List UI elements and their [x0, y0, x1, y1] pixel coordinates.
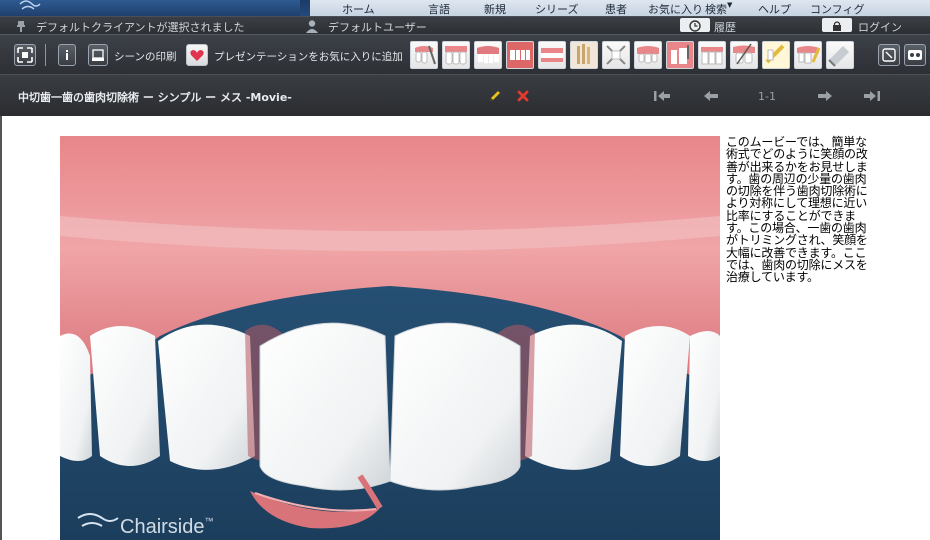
page-indicator: 1-1 — [758, 90, 776, 103]
scene-thumbnail[interactable] — [570, 41, 598, 69]
scene-thumbnail[interactable] — [634, 41, 662, 69]
info-icon — [66, 50, 68, 60]
scene-thumbnail[interactable] — [538, 41, 566, 69]
scene-thumbnail[interactable] — [826, 41, 854, 69]
status-bar: デフォルトクライアントが選択されました デフォルトユーザー 履歴 ログイン — [0, 16, 930, 35]
chairside-logo-icon — [19, 0, 41, 10]
scene-thumbnail[interactable] — [794, 41, 822, 69]
menu-new[interactable]: 新規 — [484, 1, 506, 17]
last-page-icon[interactable] — [862, 89, 882, 103]
toolbar: シーンの印刷 プレゼンテーションをお気に入りに追加 — [0, 34, 930, 75]
client-pin-icon — [17, 21, 25, 32]
top-bar: ホーム 言語 新規 シリーズ 患者 お気に入り 検索▼ ヘルプ コンフィグ — [0, 0, 930, 16]
login-button[interactable]: ログイン — [822, 18, 902, 34]
selected-client-text: デフォルトクライアントが選択されました — [36, 21, 245, 34]
scene-thumbnail[interactable] — [762, 41, 790, 69]
logo-area — [0, 0, 300, 16]
expand-button[interactable] — [878, 44, 900, 66]
menu-favorites[interactable]: お気に入り — [648, 1, 703, 17]
current-user-text: デフォルトユーザー — [328, 21, 427, 34]
content-area: Chairside™ このムービーでは、簡単な術式でどのように笑顔の改善が出来る… — [0, 116, 930, 540]
expand-icon — [882, 48, 896, 62]
clock-icon — [680, 18, 710, 32]
first-page-icon[interactable] — [652, 89, 672, 103]
add-favorite-button[interactable]: プレゼンテーションをお気に入りに追加 — [186, 44, 403, 66]
fit-screen-icon — [17, 47, 33, 63]
presentation-title-bar: 中切歯一歯の歯肉切除術 ー シンプル ー メス -Movie- 1-1 — [0, 74, 930, 117]
edit-pencil-icon[interactable] — [488, 89, 502, 103]
scene-thumbnail[interactable] — [474, 41, 502, 69]
login-label: ログイン — [858, 21, 902, 34]
next-page-icon[interactable] — [816, 89, 834, 103]
print-scene-button[interactable]: シーンの印刷 — [88, 44, 176, 66]
chairside-watermark-icon — [77, 513, 119, 527]
scene-thumbnail[interactable] — [602, 41, 630, 69]
add-favorite-label: プレゼンテーションをお気に入りに追加 — [214, 51, 403, 63]
history-button[interactable]: 履歴 — [680, 18, 736, 34]
scene-thumbnail[interactable] — [698, 41, 726, 69]
menu-config[interactable]: コンフィグ — [810, 1, 864, 17]
menu-patient[interactable]: 患者 — [605, 1, 627, 17]
heart-icon — [186, 44, 208, 66]
scene-thumbnail[interactable] — [410, 41, 438, 69]
history-label: 履歴 — [714, 21, 736, 34]
user-icon — [306, 20, 318, 33]
scene-thumbnail[interactable] — [730, 41, 758, 69]
menu-series[interactable]: シリーズ — [535, 1, 578, 17]
fit-screen-button[interactable] — [14, 44, 36, 66]
movie-player[interactable]: Chairside™ — [60, 136, 720, 540]
lock-icon — [822, 18, 852, 32]
print-icon — [88, 44, 108, 66]
teeth-movie-frame — [60, 136, 720, 540]
print-scene-label: シーンの印刷 — [114, 51, 177, 63]
presentation-title: 中切歯一歯の歯肉切除術 ー シンプル ー メス -Movie- — [18, 91, 292, 104]
main-menu: ホーム 言語 新規 シリーズ 患者 お気に入り 検索▼ ヘルプ コンフィグ — [310, 0, 930, 16]
menu-help[interactable]: ヘルプ — [758, 1, 791, 17]
toolbar-divider — [45, 44, 46, 66]
scene-thumbnail[interactable] — [666, 41, 694, 69]
info-button[interactable] — [58, 44, 76, 66]
menu-search[interactable]: 検索▼ — [705, 1, 732, 17]
scene-thumbnail[interactable] — [442, 41, 470, 69]
scene-thumbnail[interactable] — [506, 41, 534, 69]
video-options-button[interactable] — [904, 44, 926, 66]
delete-icon[interactable] — [516, 89, 530, 103]
movie-description: このムービーでは、簡単な術式でどのように笑顔の改善が出来るかをお見せします。歯の… — [726, 135, 868, 285]
chairside-watermark: Chairside™ — [120, 516, 214, 538]
previous-page-icon[interactable] — [702, 89, 720, 103]
menu-language[interactable]: 言語 — [428, 1, 450, 17]
menu-home[interactable]: ホーム — [342, 1, 375, 17]
video-options-icon — [908, 50, 922, 60]
